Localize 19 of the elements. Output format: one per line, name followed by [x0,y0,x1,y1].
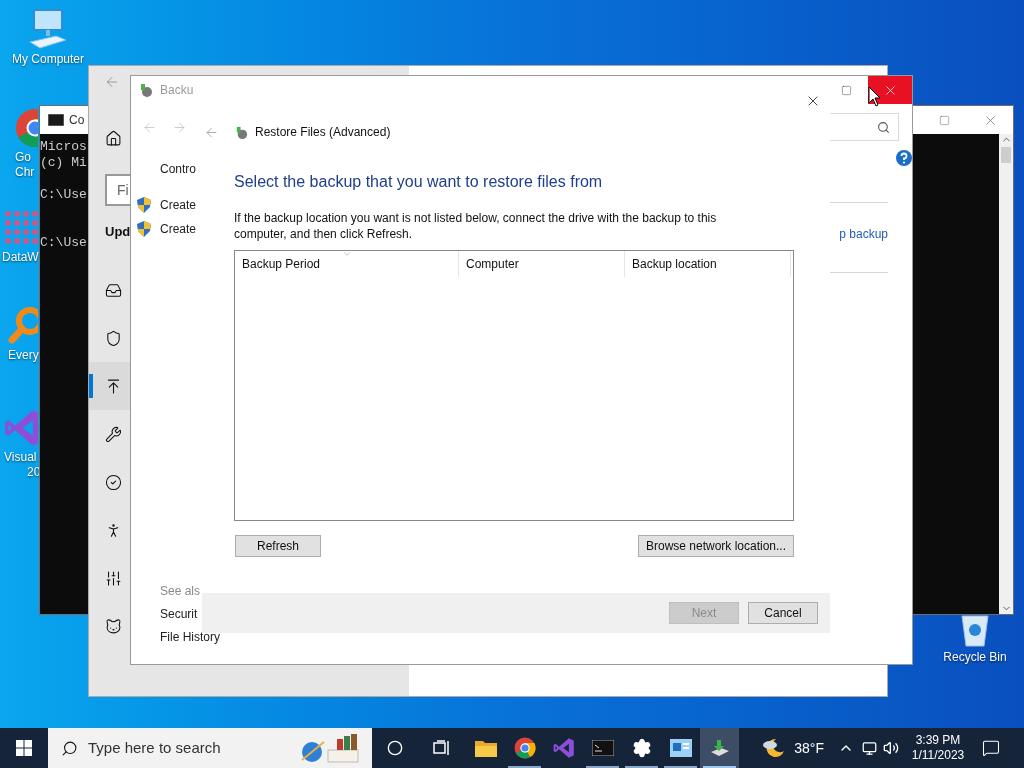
section-heading: Upd [105,223,131,241]
desktop-icon-label: Go [15,150,32,165]
dialog-title: Restore Files (Advanced) [255,124,391,141]
see-also-heading: See als [160,583,201,599]
console-line: (c) Mi [40,155,87,171]
desktop-icon-label: 20 [26,465,41,480]
console-line: C:\Use [40,187,87,203]
desktop-icon-label: DataW [2,250,39,265]
desktop-icon-label: Recycle Bin [943,650,1007,665]
desktop-icon-label: Visual [4,450,38,465]
desktop-icon-label: Every [8,348,39,363]
console-line: C:\Use [40,235,87,251]
window-title: Backu [160,82,194,99]
dialog-heading: Select the backup that you want to restore files from [234,172,603,192]
desktop-icon-label: My Computer [12,52,84,67]
desktop-icon-label: Chr [15,165,35,180]
window-title: Co [69,112,85,129]
console-line: Micros [40,139,87,155]
instructions-text: If the backup location you want is not listed below, connect the drive with the backup to this computer, and then click Refresh. [234,210,718,242]
